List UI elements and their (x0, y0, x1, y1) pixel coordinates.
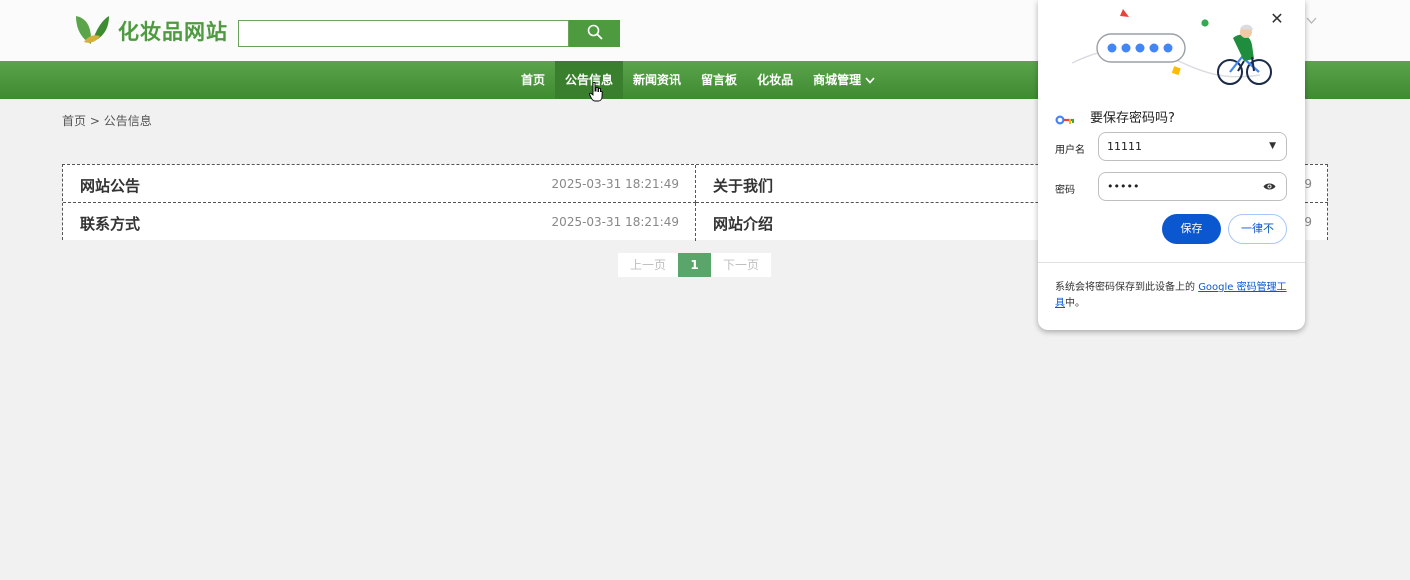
breadcrumb-separator: > (89, 114, 100, 128)
key-icon (1055, 110, 1075, 129)
notice-date: 9 (1304, 177, 1312, 191)
notice-title[interactable]: 网站公告 (80, 175, 140, 196)
footer-text: 系统会将密码保存到此设备上的 (1055, 282, 1195, 293)
notice-date: 2025-03-31 18:21:49 (551, 215, 679, 229)
site-logo[interactable]: 化妆品网站 (74, 12, 228, 50)
notice-date: 2025-03-31 18:21:49 (551, 177, 679, 191)
password-field[interactable]: ••••• (1098, 172, 1287, 201)
nav-item-message-board[interactable]: 留言板 (691, 61, 747, 99)
notice-date: 9 (1304, 215, 1312, 229)
dialog-divider (1038, 262, 1305, 263)
footer-suffix: 中。 (1065, 298, 1085, 309)
username-value: 11111 (1107, 140, 1142, 153)
username-label: 用户名 (1055, 145, 1085, 156)
close-icon[interactable]: ✕ (1268, 10, 1286, 28)
nav-item-shop-admin-label: 商城管理 (813, 73, 862, 87)
password-value: ••••• (1107, 180, 1140, 193)
save-password-title: 要保存密码吗? (1090, 111, 1175, 126)
notice-title[interactable]: 网站介绍 (713, 213, 773, 234)
search-button[interactable] (569, 20, 620, 47)
nav-item-shop-admin[interactable]: 商城管理 (803, 61, 885, 99)
search-icon (587, 24, 603, 44)
breadcrumb: 首页 > 公告信息 (62, 112, 152, 129)
never-save-button[interactable]: 一律不 (1228, 214, 1287, 244)
breadcrumb-current: 公告信息 (103, 114, 152, 128)
list-item[interactable]: 联系方式 2025-03-31 18:21:49 (63, 203, 696, 241)
list-item[interactable]: 网站公告 2025-03-31 18:21:49 (63, 165, 696, 203)
save-password-dialog: ✕ 要保存密码吗? 用户名 11111 ▼ 密码 ••••• 保存 一律不 系统… (1038, 0, 1305, 330)
site-name: 化妆品网站 (118, 20, 228, 44)
caret-down-icon: ▼ (1269, 141, 1276, 151)
next-page-button[interactable]: 下一页 (711, 253, 772, 277)
notice-title[interactable]: 关于我们 (713, 175, 773, 196)
notice-title[interactable]: 联系方式 (80, 213, 140, 234)
username-select[interactable]: 11111 ▼ (1098, 132, 1287, 161)
search-input[interactable] (238, 20, 569, 47)
nav-item-cosmetics[interactable]: 化妆品 (747, 61, 803, 99)
password-label: 密码 (1055, 185, 1075, 196)
cyclist-illustration-icon (1070, 5, 1280, 99)
nav-item-home[interactable]: 首页 (511, 61, 555, 99)
pagination: 上一页 1 下一页 (618, 253, 772, 277)
breadcrumb-home[interactable]: 首页 (62, 114, 86, 128)
hand-pointer-icon (589, 81, 603, 106)
prev-page-button[interactable]: 上一页 (618, 253, 679, 277)
chevron-down-icon (865, 73, 875, 87)
leaf-logo-icon (74, 12, 110, 50)
dialog-footer-text: 系统会将密码保存到此设备上的 Google 密码管理工具中。 (1055, 280, 1291, 312)
save-password-button[interactable]: 保存 (1162, 214, 1221, 244)
chevron-down-icon[interactable] (1306, 14, 1317, 29)
page-number-current[interactable]: 1 (678, 253, 712, 277)
nav-item-news[interactable]: 新闻资讯 (623, 61, 691, 99)
eye-icon[interactable] (1263, 173, 1276, 203)
